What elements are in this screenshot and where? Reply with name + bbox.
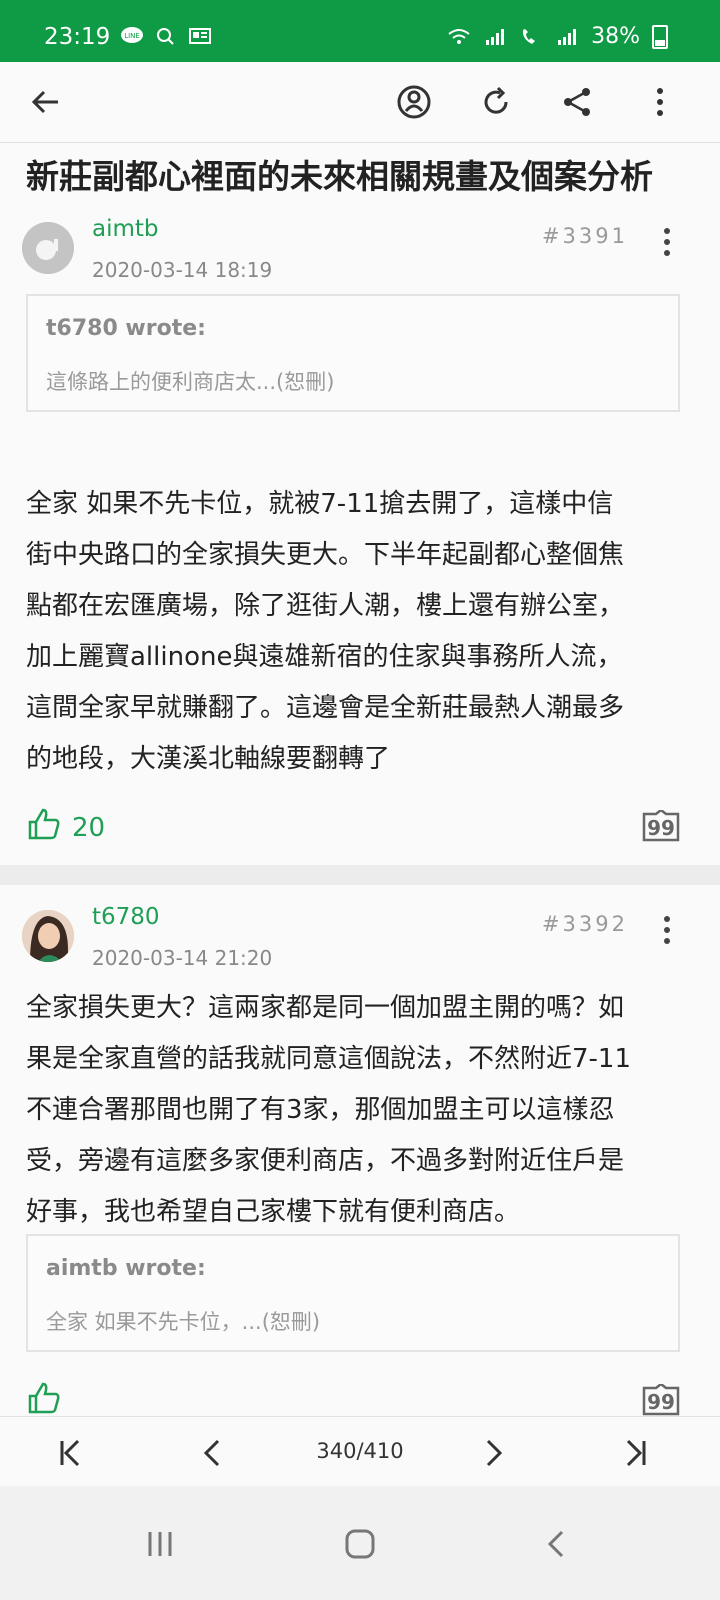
quote-reply-icon[interactable]: 99 xyxy=(642,1382,680,1416)
post-date: 2020-03-14 18:19 xyxy=(92,258,273,282)
post-body-line: 受，旁邊有這麼多家便利商店，不過多對附近住戶是 xyxy=(26,1146,625,1176)
post-body-line: 全家 如果不先卡位，就被7-11搶去開了，這樣中信 xyxy=(26,489,614,519)
last-page-icon[interactable] xyxy=(618,1435,654,1471)
post-floor-number: #3392 xyxy=(541,912,628,936)
more-vert-icon[interactable] xyxy=(640,82,680,122)
post-body-line: 的地段，大漢溪北軸線要翻轉了 xyxy=(26,744,391,774)
post-body: 全家 如果不先卡位，就被7-11搶去開了，這樣中信 街中央路口的全家損失更大。下… xyxy=(26,479,694,785)
page-indicator[interactable]: 340/410 xyxy=(0,1439,720,1463)
volte-call-icon xyxy=(519,27,543,47)
quote-author: t6780 wrote: xyxy=(46,316,206,341)
quote-block[interactable]: t6780 wrote: 這條路上的便利商店太...(恕刪) xyxy=(26,294,680,412)
battery-icon xyxy=(652,24,668,49)
post-body-line: 全家損失更大？這兩家都是同一個加盟主開的嗎？如 xyxy=(26,993,625,1023)
avatar[interactable] xyxy=(22,910,74,962)
post-body-line: 好事，我也希望自己家樓下就有便利商店。 xyxy=(26,1197,521,1227)
post-separator xyxy=(0,865,720,885)
recent-apps-icon[interactable] xyxy=(140,1524,180,1564)
post-body-line: 不連合署那間也開了有3家，那個加盟主可以這樣忍 xyxy=(26,1095,615,1125)
avatar[interactable] xyxy=(22,222,74,274)
post-author[interactable]: aimtb xyxy=(92,216,159,242)
post-body-line: 點都在宏匯廣場，除了逛街人潮，樓上還有辦公室， xyxy=(26,591,625,621)
app-bar xyxy=(0,62,720,143)
quote-text: 全家 如果不先卡位，...(恕刪) xyxy=(46,1310,321,1334)
quote-author: aimtb wrote: xyxy=(46,1256,206,1281)
post-menu-icon[interactable] xyxy=(662,228,672,256)
post-date: 2020-03-14 21:20 xyxy=(92,946,273,970)
post-body-line: 加上麗寶allinone與遠雄新宿的住家與事務所人流， xyxy=(26,642,623,672)
wifi-icon xyxy=(447,27,471,47)
post-body-line: 街中央路口的全家損失更大。下半年起副都心整個焦 xyxy=(26,540,625,570)
post-menu-icon[interactable] xyxy=(662,916,672,944)
status-time: 23:19 xyxy=(44,24,111,50)
battery-percent: 38% xyxy=(591,24,640,49)
thread-title: 新莊副都心裡面的未來相關規畫及個案分析 xyxy=(26,157,653,196)
post-floor-number: #3391 xyxy=(541,224,628,248)
svg-text:99: 99 xyxy=(647,816,675,840)
svg-text:99: 99 xyxy=(647,1390,675,1414)
share-icon[interactable] xyxy=(558,82,598,122)
signal-icon xyxy=(555,27,579,47)
thumbs-up-icon xyxy=(26,806,62,849)
search-icon xyxy=(154,26,178,46)
like-count: 20 xyxy=(72,812,106,843)
post-author[interactable]: t6780 xyxy=(92,904,160,930)
next-page-icon[interactable] xyxy=(476,1435,512,1471)
back-arrow-icon[interactable] xyxy=(26,82,66,122)
status-bar: 23:19 LINE 38% xyxy=(0,0,720,62)
news-icon xyxy=(188,26,212,46)
signal-icon xyxy=(483,27,507,47)
author-filter-icon[interactable] xyxy=(394,82,434,122)
svg-text:LINE: LINE xyxy=(124,32,140,40)
refresh-icon[interactable] xyxy=(476,82,516,122)
like-button[interactable]: 20 xyxy=(26,806,105,849)
post-body: 全家損失更大？這兩家都是同一個加盟主開的嗎？如 果是全家直營的話我就同意這個說法… xyxy=(26,983,694,1238)
quote-block[interactable]: aimtb wrote: 全家 如果不先卡位，...(恕刪) xyxy=(26,1234,680,1352)
home-icon[interactable] xyxy=(340,1524,380,1564)
post-body-line: 這間全家早就賺翻了。這邊會是全新莊最熱人潮最多 xyxy=(26,693,625,723)
quote-reply-icon[interactable]: 99 xyxy=(642,808,680,842)
line-app-icon: LINE xyxy=(120,26,144,46)
system-back-icon[interactable] xyxy=(536,1524,576,1564)
page-navigation: 340/410 xyxy=(0,1416,720,1487)
quote-text: 這條路上的便利商店太...(恕刪) xyxy=(46,370,335,394)
post-body-line: 果是全家直營的話我就同意這個說法，不然附近7-11 xyxy=(26,1044,632,1074)
system-navigation-bar xyxy=(0,1486,720,1600)
